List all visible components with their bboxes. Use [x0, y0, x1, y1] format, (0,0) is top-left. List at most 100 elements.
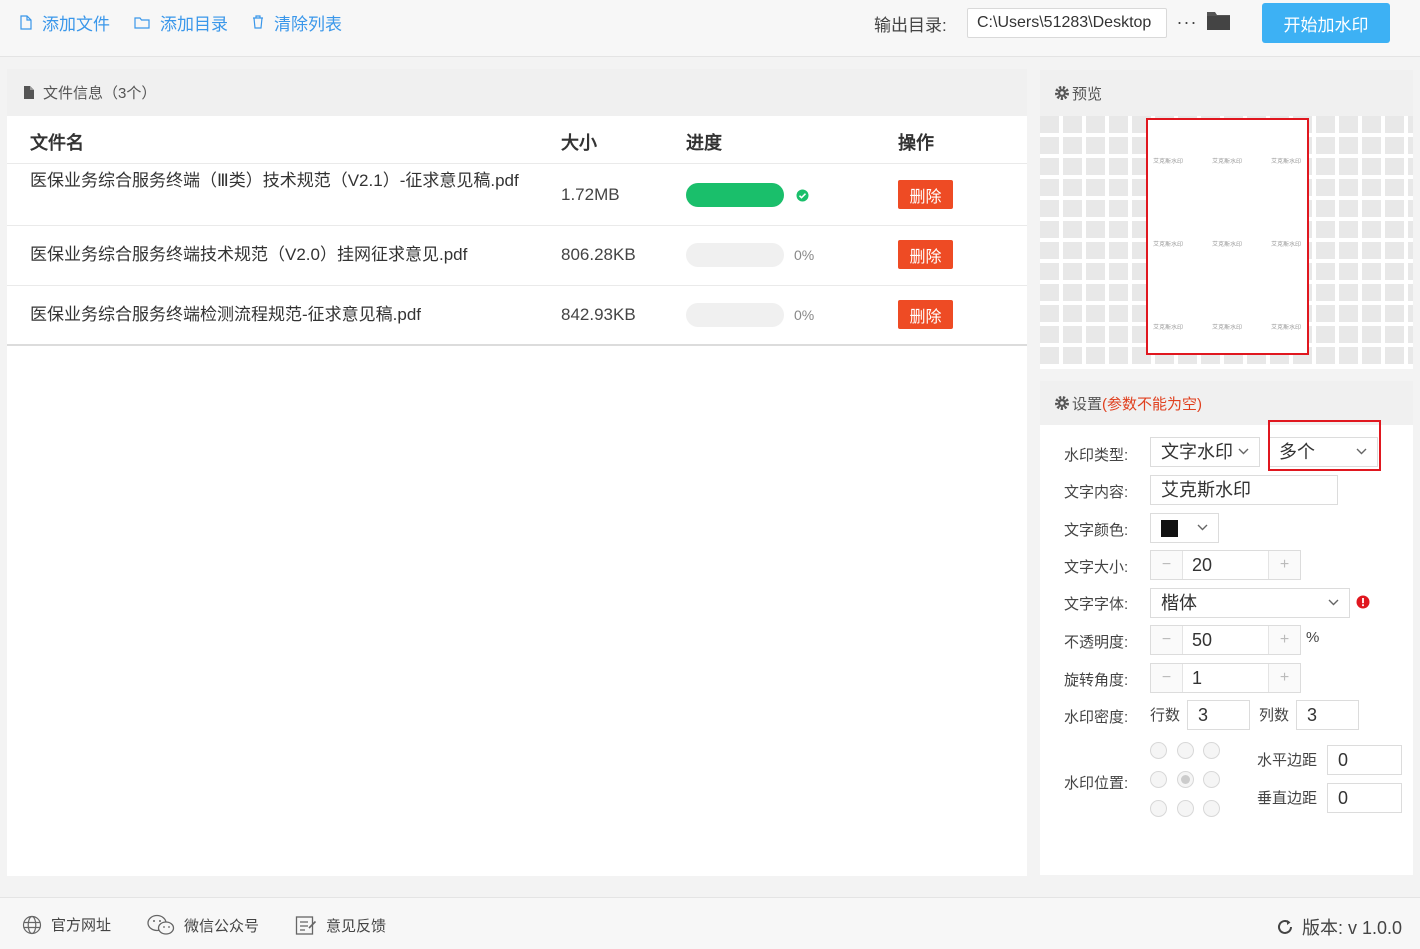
position-bottom-left[interactable]	[1150, 800, 1167, 817]
position-label: 水印位置:	[1064, 775, 1129, 792]
trash-icon	[253, 15, 263, 29]
cols-label: 列数	[1259, 707, 1290, 724]
text-color-picker[interactable]	[1150, 513, 1219, 543]
edit-note-icon	[295, 916, 317, 935]
footer: 官方网址 微信公众号 意见反馈 版本: v 1.0.0	[0, 897, 1420, 949]
progress-percent: 0%	[794, 307, 815, 323]
file-name: 医保业务综合服务终端技术规范（V2.0）挂网征求意见.pdf	[30, 245, 468, 264]
settings-title: 设置	[1072, 395, 1103, 413]
progress-bar	[686, 303, 784, 327]
gear-icon	[1055, 396, 1069, 410]
progress-bar	[686, 183, 784, 207]
clear-list-button[interactable]: 清除列表	[252, 10, 342, 34]
file-panel-header: 文件信息（3个）	[7, 69, 1027, 116]
position-top-center[interactable]	[1177, 742, 1194, 759]
decrement-button[interactable]: −	[1151, 551, 1182, 579]
table-row: 医保业务综合服务终端（Ⅲ类）技术规范（V2.1）-征求意见稿.pdf 1.72M…	[7, 164, 1027, 226]
density-label: 水印密度:	[1064, 709, 1129, 726]
file-size: 1.72MB	[561, 185, 620, 204]
v-margin-input[interactable]: 0	[1327, 783, 1402, 813]
output-dir-input[interactable]: C:\Users\51283\Desktop	[967, 8, 1167, 38]
add-directory-button[interactable]: 添加目录	[134, 10, 228, 34]
website-link[interactable]: 官方网址	[22, 914, 111, 935]
chevron-down-icon	[1328, 599, 1339, 606]
watermark-type-select[interactable]: 文字水印	[1150, 437, 1260, 467]
increment-button[interactable]: +	[1269, 664, 1300, 692]
position-bottom-center[interactable]	[1177, 800, 1194, 817]
file-size: 842.93KB	[561, 305, 636, 324]
progress-fill	[686, 183, 784, 207]
start-watermark-button[interactable]: 开始加水印	[1262, 3, 1390, 43]
feedback-link[interactable]: 意见反馈	[295, 914, 386, 936]
position-center[interactable]	[1177, 771, 1194, 788]
document-icon	[24, 86, 34, 99]
color-label: 文字颜色:	[1064, 522, 1129, 539]
warning-icon	[1356, 595, 1370, 609]
clear-list-label: 清除列表	[274, 14, 342, 34]
settings-header: 设置 (参数不能为空)	[1040, 381, 1413, 425]
settings-panel: 设置 (参数不能为空) 水印类型: 文字水印 多个 文字内容: 艾克斯水印 文字…	[1040, 381, 1413, 875]
preview-title: 预览	[1072, 85, 1103, 103]
output-dir-label: 输出目录:	[874, 16, 947, 35]
version-label: 版本: v 1.0.0	[1301, 918, 1402, 938]
rotation-stepper[interactable]: − 1 +	[1150, 663, 1301, 693]
open-folder-icon	[1207, 12, 1230, 30]
delete-button[interactable]: 删除	[898, 180, 953, 209]
decrement-button[interactable]: −	[1151, 626, 1182, 654]
text-size-value[interactable]: 20	[1182, 551, 1269, 579]
wechat-label: 微信公众号	[184, 917, 260, 935]
watermark-type-value: 文字水印	[1161, 442, 1233, 462]
rows-input[interactable]: 3	[1187, 700, 1250, 730]
watermark-text: 艾克斯水印	[1211, 157, 1243, 166]
watermark-text: 艾克斯水印	[1152, 240, 1184, 249]
table-row: 医保业务综合服务终端检测流程规范-征求意见稿.pdf 842.93KB 0% 删…	[7, 286, 1027, 346]
decrement-button[interactable]: −	[1151, 664, 1182, 692]
content-label: 文字内容:	[1064, 484, 1129, 501]
increment-button[interactable]: +	[1269, 626, 1300, 654]
chevron-down-icon	[1197, 524, 1208, 531]
wechat-link[interactable]: 微信公众号	[147, 914, 259, 936]
open-folder-button[interactable]	[1206, 10, 1231, 36]
rotation-value[interactable]: 1	[1182, 664, 1269, 692]
settings-note: (参数不能为空)	[1102, 395, 1203, 413]
position-bottom-right[interactable]	[1203, 800, 1220, 817]
position-top-left[interactable]	[1150, 742, 1167, 759]
chevron-down-icon	[1238, 448, 1249, 455]
font-label: 文字字体:	[1064, 596, 1129, 613]
check-circle-icon	[796, 189, 809, 202]
type-label: 水印类型:	[1064, 447, 1129, 464]
increment-button[interactable]: +	[1269, 551, 1300, 579]
add-file-button[interactable]: 添加文件	[20, 10, 110, 34]
more-options-button[interactable]: ···	[1176, 12, 1198, 32]
refresh-icon[interactable]	[1276, 918, 1294, 936]
column-size: 大小	[561, 133, 597, 153]
table-row: 医保业务综合服务终端技术规范（V2.0）挂网征求意见.pdf 806.28KB …	[7, 226, 1027, 286]
text-content-input[interactable]: 艾克斯水印	[1150, 475, 1338, 505]
opacity-unit: %	[1306, 629, 1320, 646]
highlight-box	[1268, 420, 1381, 471]
position-top-right[interactable]	[1203, 742, 1220, 759]
preview-page: 艾克斯水印 艾克斯水印 艾克斯水印 艾克斯水印 艾克斯水印 艾克斯水印 艾克斯水…	[1146, 118, 1309, 355]
file-name: 医保业务综合服务终端检测流程规范-征求意见稿.pdf	[30, 305, 422, 324]
text-size-stepper[interactable]: − 20 +	[1150, 550, 1301, 580]
add-directory-label: 添加目录	[160, 14, 228, 34]
color-swatch	[1161, 520, 1178, 537]
add-file-label: 添加文件	[42, 14, 110, 34]
toolbar: 添加文件 添加目录 清除列表 输出目录: C:\Users\51283\Desk…	[0, 0, 1420, 57]
wechat-icon	[147, 914, 175, 935]
position-middle-left[interactable]	[1150, 771, 1167, 788]
delete-button[interactable]: 删除	[898, 300, 953, 329]
opacity-label: 不透明度:	[1064, 634, 1129, 651]
h-margin-input[interactable]: 0	[1327, 745, 1402, 775]
rotate-label: 旋转角度:	[1064, 672, 1129, 689]
position-middle-right[interactable]	[1203, 771, 1220, 788]
cols-input[interactable]: 3	[1296, 700, 1359, 730]
opacity-value[interactable]: 50	[1182, 626, 1269, 654]
column-progress: 进度	[686, 133, 722, 153]
watermark-text: 艾克斯水印	[1152, 157, 1184, 166]
font-select[interactable]: 楷体	[1150, 588, 1350, 618]
opacity-stepper[interactable]: − 50 +	[1150, 625, 1301, 655]
file-size: 806.28KB	[561, 245, 636, 264]
file-table-header: 文件名 大小 进度 操作	[7, 116, 1027, 164]
delete-button[interactable]: 删除	[898, 240, 953, 269]
